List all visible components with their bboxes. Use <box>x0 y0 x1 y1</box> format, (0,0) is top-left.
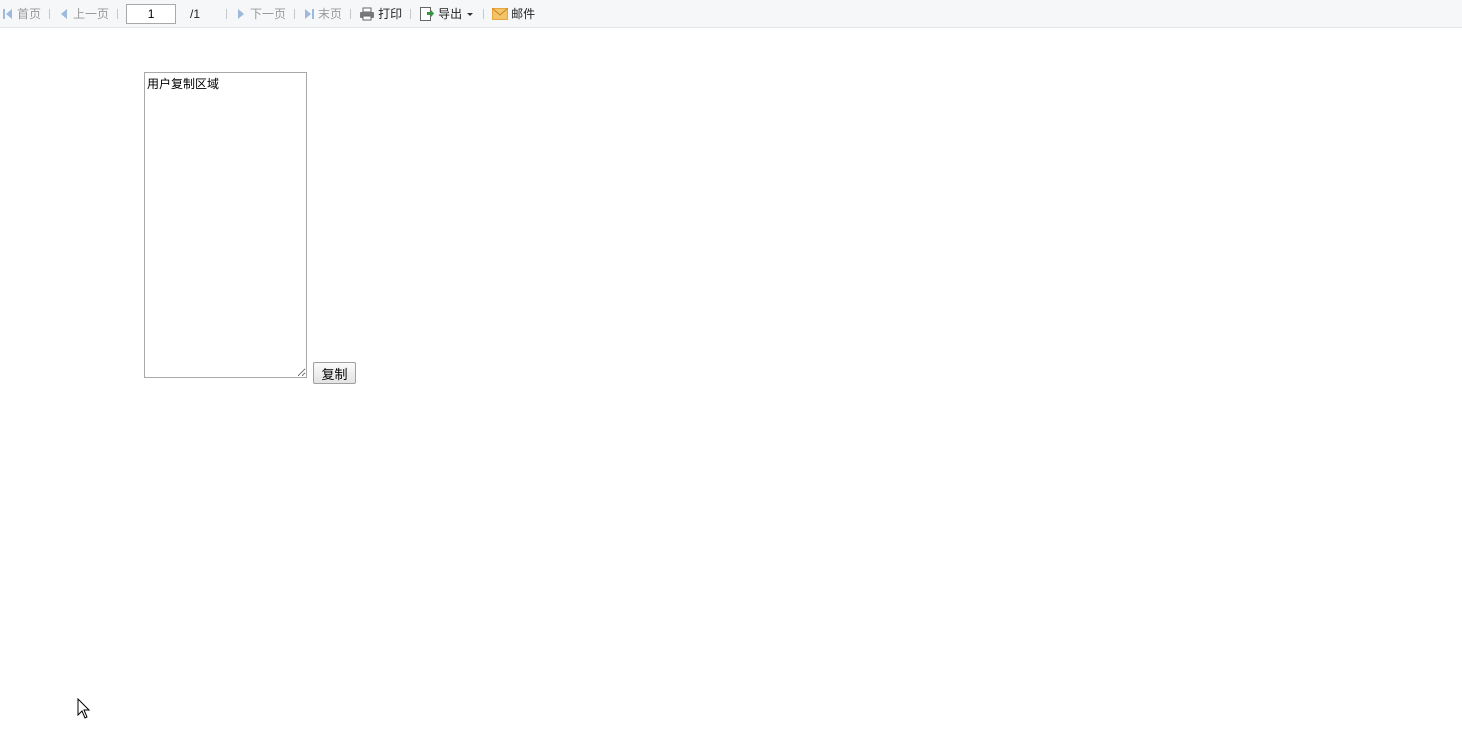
first-page-button[interactable]: 首页 <box>2 4 41 24</box>
next-page-label: 下一页 <box>250 7 287 21</box>
chevron-down-icon <box>467 12 474 16</box>
last-page-label: 末页 <box>318 7 343 21</box>
toolbar-divider <box>117 8 119 19</box>
export-icon <box>420 6 435 21</box>
copy-button[interactable]: 复制 <box>313 362 356 384</box>
toolbar-divider <box>350 8 352 19</box>
last-page-icon <box>305 8 315 19</box>
next-page-icon <box>238 8 245 19</box>
toolbar-divider <box>410 8 412 19</box>
prev-page-label: 上一页 <box>73 7 110 21</box>
last-page-button[interactable]: 末页 <box>303 4 342 24</box>
report-toolbar: 首页 上一页 /1 下一页 末页 打印 <box>0 0 1462 28</box>
page-total: /1 <box>190 6 201 21</box>
toolbar-divider <box>226 8 228 19</box>
page-number-input[interactable] <box>126 3 177 24</box>
printer-icon <box>360 7 375 20</box>
export-button[interactable]: 导出 <box>419 4 475 24</box>
first-page-icon <box>3 8 12 19</box>
prev-page-button[interactable]: 上一页 <box>58 4 109 24</box>
toolbar-divider <box>49 8 51 19</box>
first-page-label: 首页 <box>17 7 42 21</box>
toolbar-divider <box>483 8 485 19</box>
next-page-button[interactable]: 下一页 <box>235 4 286 24</box>
toolbar-divider <box>294 8 296 19</box>
mail-icon <box>492 7 509 20</box>
mouse-cursor-icon <box>77 698 91 719</box>
print-button[interactable]: 打印 <box>359 4 402 24</box>
copy-textarea[interactable]: 用户复制区域 <box>144 72 307 378</box>
mail-label: 邮件 <box>511 7 536 21</box>
mail-button[interactable]: 邮件 <box>492 4 535 24</box>
export-label: 导出 <box>438 7 463 21</box>
print-label: 打印 <box>378 7 403 21</box>
prev-page-icon <box>61 8 68 19</box>
